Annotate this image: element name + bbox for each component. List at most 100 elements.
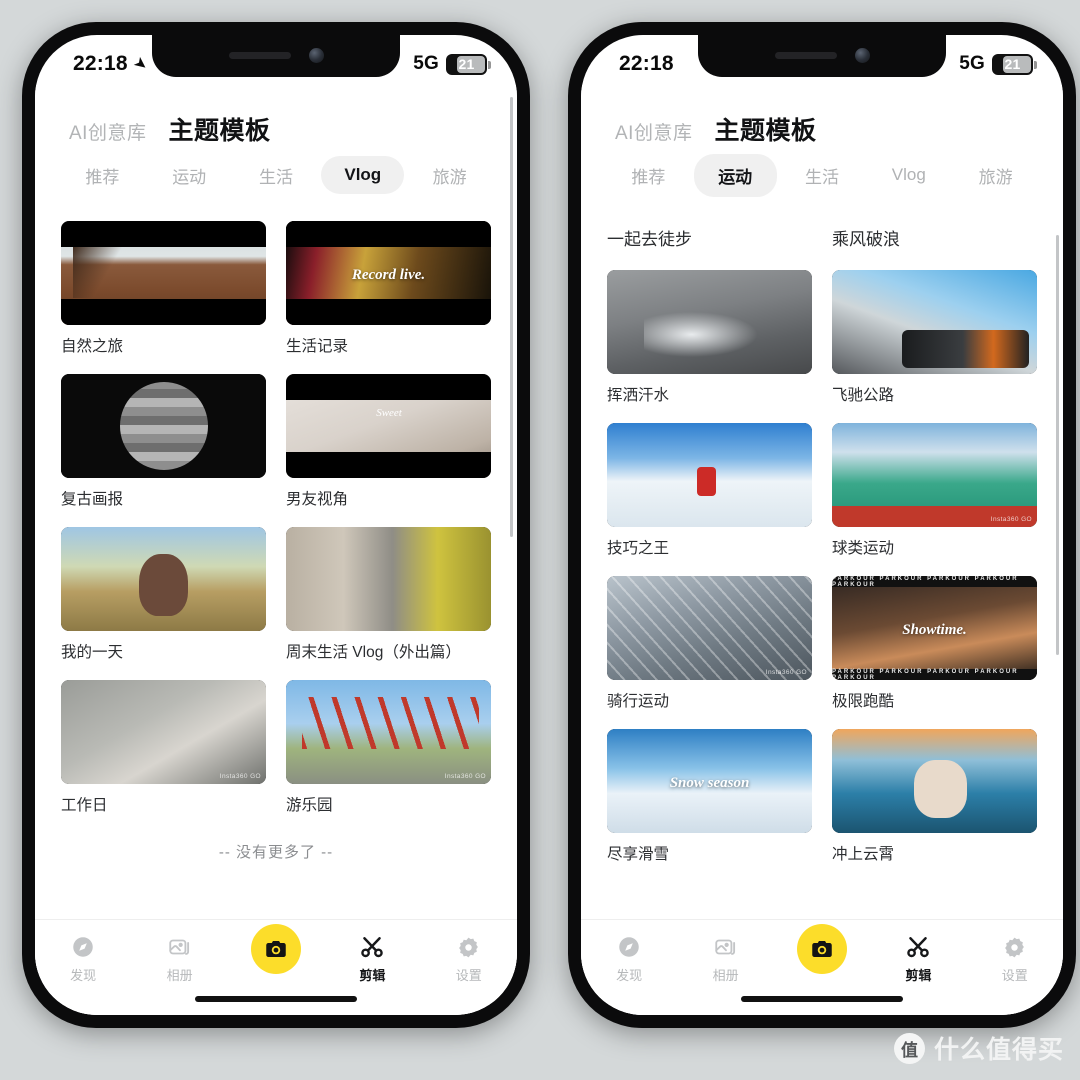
earpiece-speaker-icon [228, 51, 291, 59]
category-tabs-left[interactable]: 推荐 运动 生活 Vlog 旅游 [35, 147, 517, 203]
template-card[interactable]: 自然之旅 [61, 221, 266, 356]
status-time: 22:18 [619, 52, 674, 75]
template-card-label: 我的一天 [61, 644, 124, 661]
phone-left-screen: 22:18 ➤ 5G 21 AI创意库 主题模板 推荐 运动 生活 Vlog 旅游 [35, 35, 517, 1015]
template-thumbnail[interactable] [286, 374, 491, 478]
template-thumbnail[interactable]: PARKOUR PARKOUR PARKOUR PARKOUR PARKOUR … [832, 576, 1037, 680]
status-bar-left-group: 22:18 ➤ [73, 52, 151, 76]
nav-item-camera[interactable] [237, 924, 315, 974]
thumbnail-art [607, 423, 812, 527]
nav-item-发现[interactable]: 发现 [44, 932, 122, 984]
brand-label[interactable]: AI创意库 [69, 118, 146, 145]
template-thumbnail[interactable]: Snow season [607, 729, 812, 833]
thumbnail-watermark: Insta360 GO [990, 516, 1032, 523]
template-card[interactable]: 挥洒汗水 [607, 270, 812, 405]
template-card[interactable]: 冲上云霄 [832, 729, 1037, 864]
thumbnail-art [61, 374, 266, 478]
nav-item-相册[interactable]: 相册 [141, 932, 219, 984]
tab-运动[interactable]: 运动 [148, 154, 231, 197]
template-thumbnail[interactable] [832, 270, 1037, 374]
nav-item-发现[interactable]: 发现 [590, 932, 668, 984]
template-card[interactable]: Insta360 GO 工作日 [61, 680, 266, 815]
template-thumbnail[interactable]: Insta360 GO [286, 680, 491, 784]
photo-album-icon [141, 932, 219, 962]
scrollbar-right[interactable] [1056, 235, 1059, 655]
template-card-label: 男友视角 [286, 491, 349, 508]
tab-生活[interactable]: 生活 [781, 154, 864, 197]
tab-运动[interactable]: 运动 [693, 153, 777, 197]
category-tabs-right[interactable]: 推荐 运动 生活 Vlog 旅游 [581, 147, 1063, 203]
status-bar-right-group: 5G 21 [959, 53, 1037, 75]
notch [698, 35, 946, 77]
template-card-label: 骑行运动 [607, 693, 670, 710]
template-card[interactable]: Insta360 GO 游乐园 [286, 680, 491, 815]
watermark-text: 什么值得买 [933, 1036, 1064, 1064]
nav-item-剪辑[interactable]: 剪辑 [879, 932, 957, 984]
letterbox-bar [286, 452, 491, 478]
template-card[interactable]: 我的一天 [61, 527, 266, 662]
nav-item-设置[interactable]: 设置 [976, 932, 1054, 984]
letterbox-bar [286, 374, 491, 400]
front-camera-icon [854, 47, 870, 63]
nav-item-label: 发现 [70, 968, 97, 983]
thumbnail-art [607, 576, 812, 680]
template-thumbnail[interactable] [607, 423, 812, 527]
scrollbar-left[interactable] [510, 97, 513, 537]
template-thumbnail[interactable] [286, 527, 491, 631]
location-arrow-icon: ➤ [129, 53, 151, 76]
tab-旅游[interactable]: 旅游 [954, 154, 1037, 197]
screenshot-stage: 22:18 ➤ 5G 21 AI创意库 主题模板 推荐 运动 生活 Vlog 旅游 [0, 0, 1080, 1080]
template-thumbnail[interactable]: Insta360 GO [61, 680, 266, 784]
tab-生活[interactable]: 生活 [235, 154, 318, 197]
nav-item-label: 相册 [166, 968, 193, 983]
brand-label[interactable]: AI创意库 [615, 118, 692, 145]
letterbox-bar [61, 299, 266, 325]
nav-item-设置[interactable]: 设置 [430, 932, 508, 984]
template-list-right[interactable]: 一起去徒步 乘风破浪 挥洒汗水 飞驰公路 技巧之王 Insta360 GO 球类运动 In… [581, 203, 1063, 1015]
nav-item-label: 相册 [712, 968, 739, 983]
tab-推荐[interactable]: 推荐 [61, 154, 144, 197]
nav-item-camera[interactable] [783, 924, 861, 974]
tab-Vlog[interactable]: Vlog [321, 156, 405, 194]
template-card-label: 球类运动 [832, 540, 895, 557]
template-card[interactable]: 复古画报 [61, 374, 266, 509]
gear-icon [430, 932, 508, 962]
template-card-label: 技巧之王 [607, 540, 670, 557]
template-card[interactable]: Record live. 生活记录 [286, 221, 491, 356]
tab-推荐[interactable]: 推荐 [607, 154, 690, 197]
battery-tip [488, 60, 491, 69]
template-thumbnail[interactable] [61, 221, 266, 325]
template-card[interactable]: Snow season 尽享滑雪 [607, 729, 812, 864]
template-card-label: 飞驰公路 [832, 387, 895, 404]
template-card[interactable]: PARKOUR PARKOUR PARKOUR PARKOUR PARKOUR … [832, 576, 1037, 711]
status-time: 22:18 [73, 52, 128, 75]
template-thumbnail[interactable] [61, 527, 266, 631]
tab-旅游[interactable]: 旅游 [408, 154, 491, 197]
camera-shutter-icon[interactable] [796, 924, 847, 974]
template-thumbnail[interactable] [607, 270, 812, 374]
battery-percent: 21 [458, 56, 475, 72]
tab-Vlog[interactable]: Vlog [867, 156, 950, 194]
nav-item-剪辑[interactable]: 剪辑 [333, 932, 411, 984]
scissors-icon [333, 932, 411, 962]
template-card[interactable]: 男友视角 [286, 374, 491, 509]
template-list-left[interactable]: 自然之旅 Record live. 生活记录复古画报 男友视角我的一天 周末生活 Vlo… [35, 203, 517, 1015]
template-thumbnail[interactable]: Record live. [286, 221, 491, 325]
template-grid-right: 挥洒汗水 飞驰公路技巧之王 Insta360 GO 球类运动 Insta360 GO 骑行… [581, 252, 1063, 864]
template-thumbnail[interactable] [832, 729, 1037, 833]
template-card[interactable]: 技巧之王 [607, 423, 812, 558]
template-card[interactable]: 周末生活 Vlog（外出篇） [286, 527, 491, 662]
template-card-label: 挥洒汗水 [607, 387, 670, 404]
template-card[interactable]: Insta360 GO 球类运动 [832, 423, 1037, 558]
template-card[interactable]: 飞驰公路 [832, 270, 1037, 405]
nav-item-相册[interactable]: 相册 [687, 932, 765, 984]
template-thumbnail[interactable]: Insta360 GO [832, 423, 1037, 527]
template-card-label: 自然之旅 [61, 338, 124, 355]
template-card[interactable]: Insta360 GO 骑行运动 [607, 576, 812, 711]
thumbnail-art [832, 423, 1037, 527]
camera-shutter-icon[interactable] [250, 924, 301, 974]
battery-icon: 21 [992, 53, 1037, 75]
template-thumbnail[interactable]: Insta360 GO [607, 576, 812, 680]
scissors-icon [879, 932, 957, 962]
template-thumbnail[interactable] [61, 374, 266, 478]
